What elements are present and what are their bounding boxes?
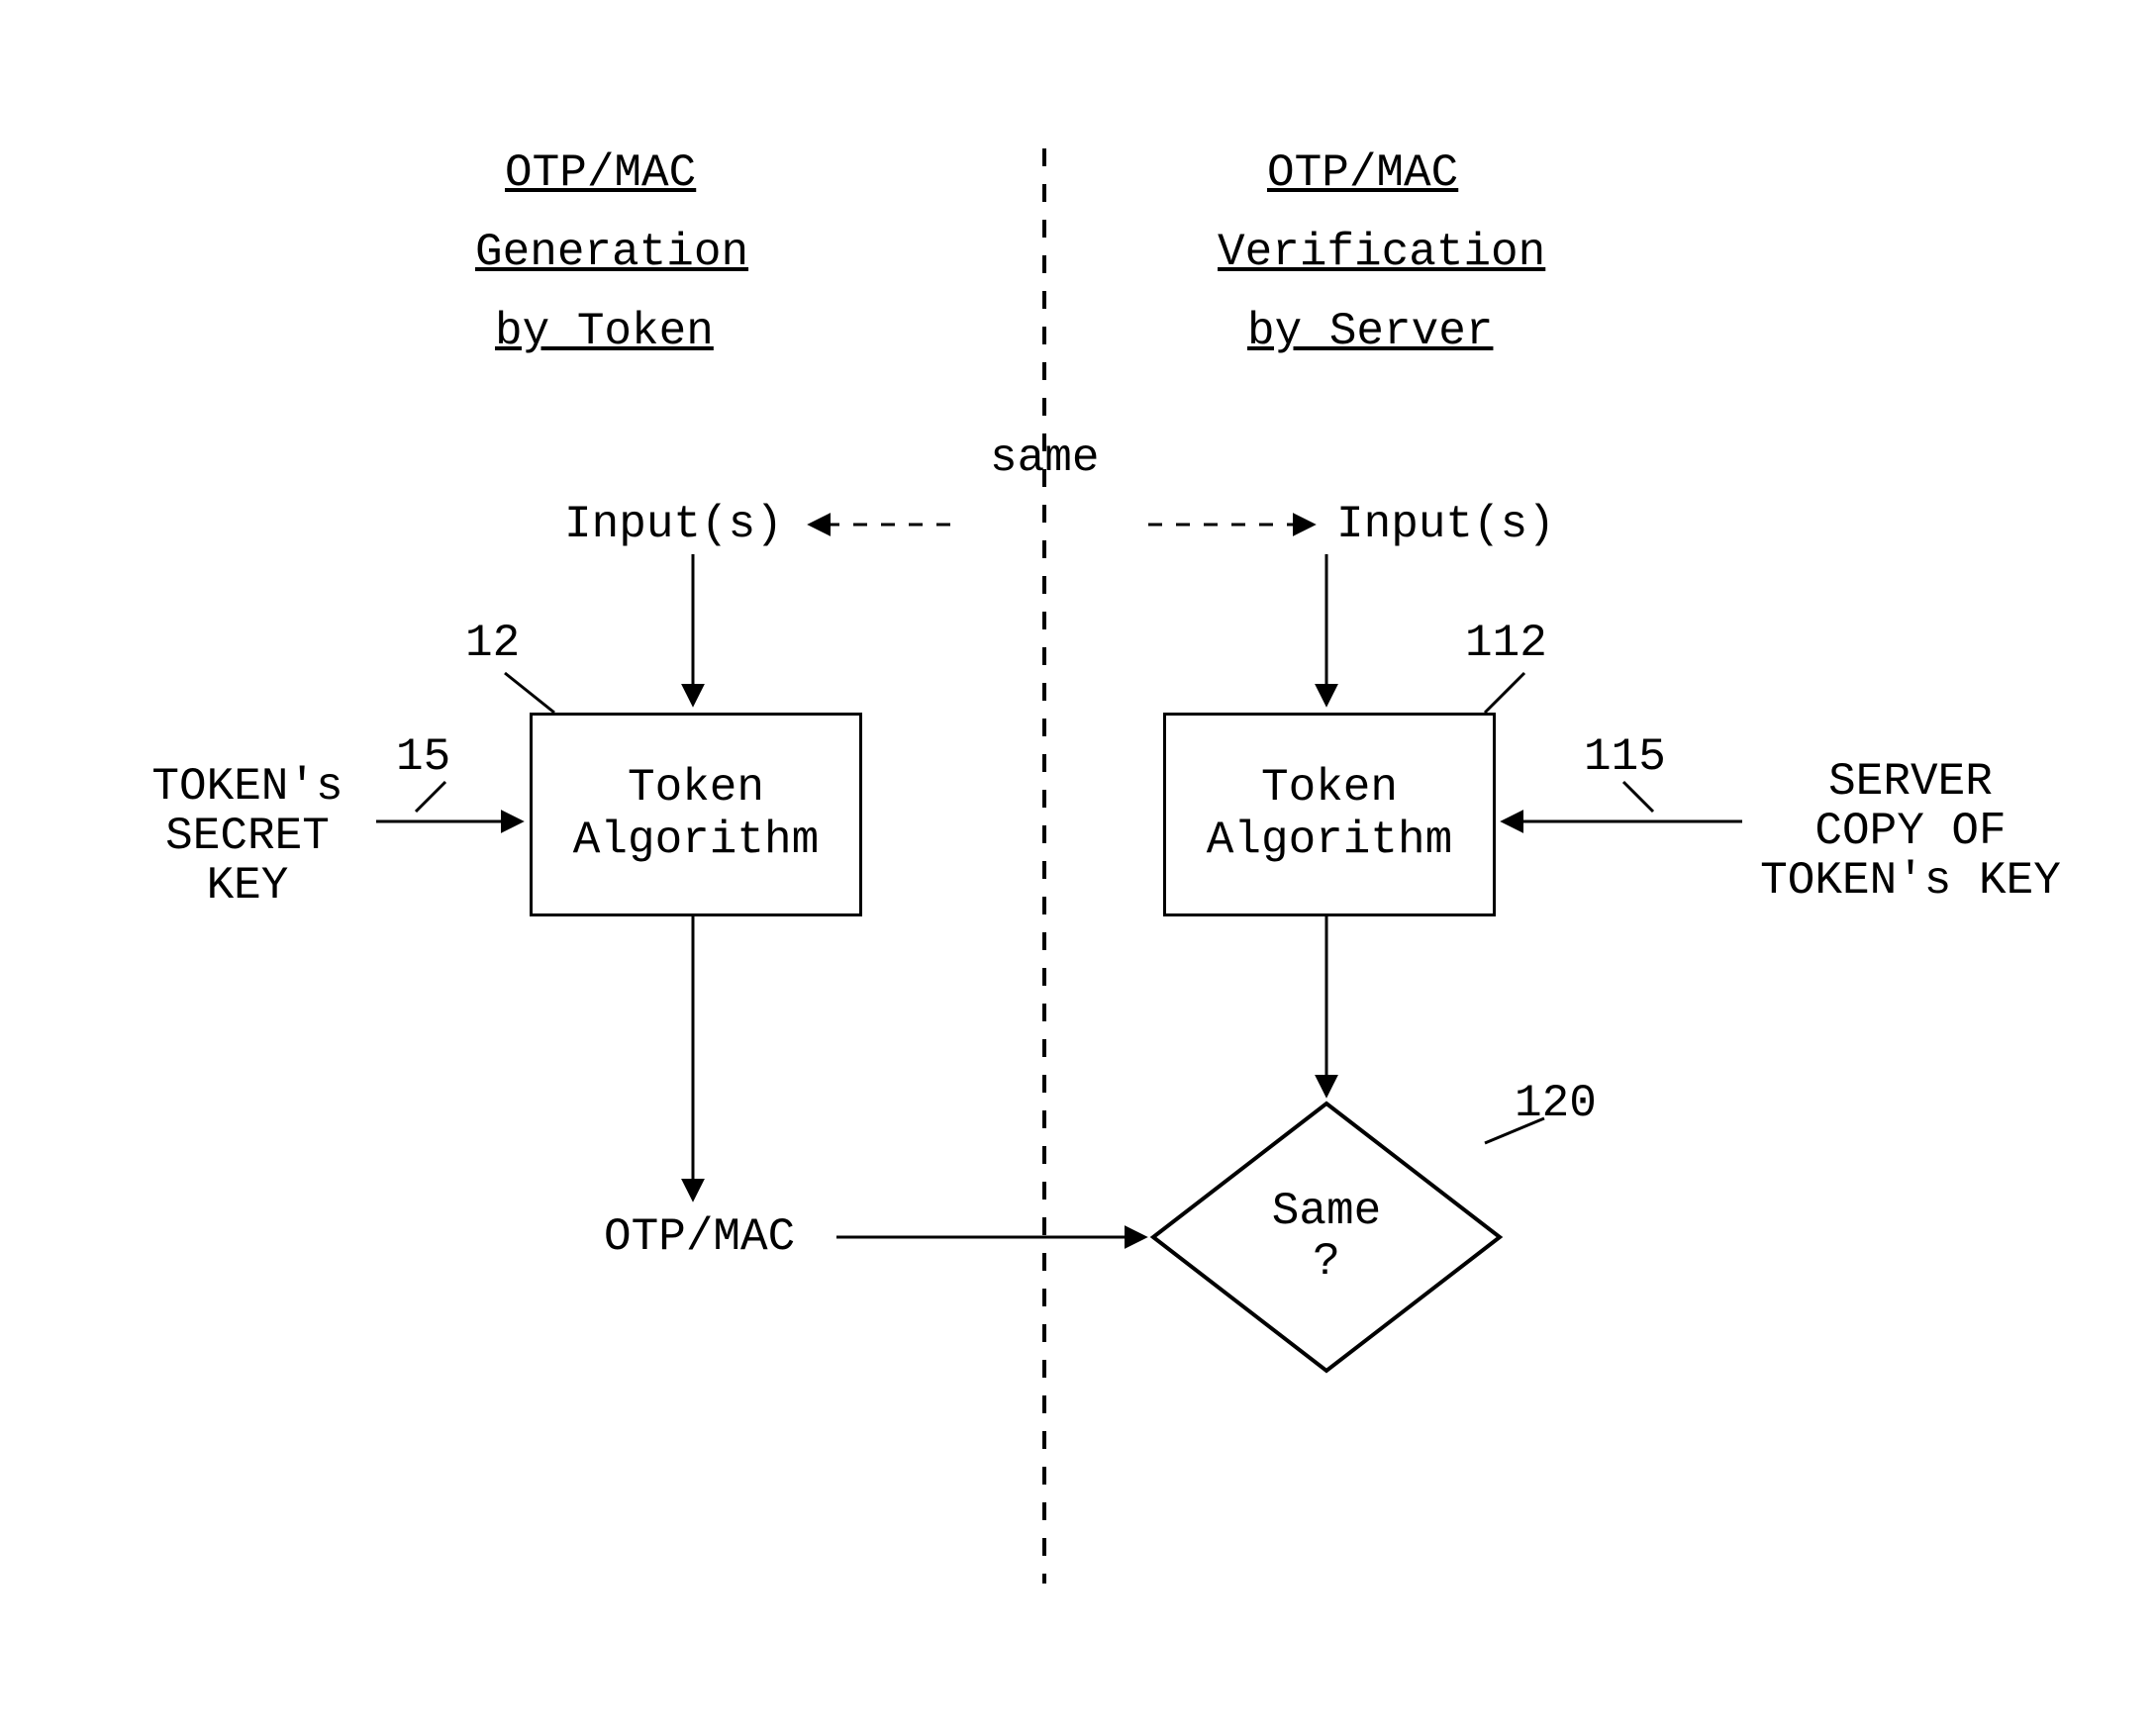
title-left-line2: Generation (475, 228, 748, 278)
box-token-algorithm-right: Token Algorithm (1163, 713, 1496, 916)
box-left-line2: Algorithm (573, 815, 819, 867)
label-token-secret-l3: KEY (109, 861, 386, 912)
box-right-line1: Token (1261, 762, 1398, 815)
label-token-secret-l2: SECRET (109, 812, 386, 862)
label-same: same (990, 433, 1099, 484)
ref-115: 115 (1584, 732, 1666, 783)
label-token-secret-l1: TOKEN's (109, 762, 386, 813)
diamond-text-l1: Same (1272, 1187, 1381, 1237)
ref-120: 120 (1515, 1079, 1597, 1129)
label-otp-mac: OTP/MAC (604, 1212, 795, 1263)
diamond-text-l2: ? (1313, 1237, 1340, 1288)
title-right-line3: by Server (1247, 307, 1493, 357)
title-right-line1: OTP/MAC (1267, 148, 1458, 199)
box-right-line2: Algorithm (1207, 815, 1452, 867)
label-server-copy-l2: COPY OF (1752, 807, 2069, 857)
box-left-line1: Token (628, 762, 764, 815)
title-right-line2: Verification (1218, 228, 1545, 278)
label-server-copy-l1: SERVER (1752, 757, 2069, 808)
label-inputs-left: Input(s) (564, 500, 783, 550)
ref-12: 12 (465, 619, 520, 669)
diagram-canvas: OTP/MAC Generation by Token OTP/MAC Veri… (0, 0, 2156, 1729)
diamond-same: Same ? (1148, 1099, 1505, 1376)
title-left-line3: by Token (495, 307, 714, 357)
ref-15: 15 (396, 732, 450, 783)
label-server-copy-l3: TOKEN's KEY (1752, 856, 2069, 907)
box-token-algorithm-left: Token Algorithm (530, 713, 862, 916)
ref-112: 112 (1465, 619, 1547, 669)
title-left-line1: OTP/MAC (505, 148, 696, 199)
label-inputs-right: Input(s) (1336, 500, 1555, 550)
